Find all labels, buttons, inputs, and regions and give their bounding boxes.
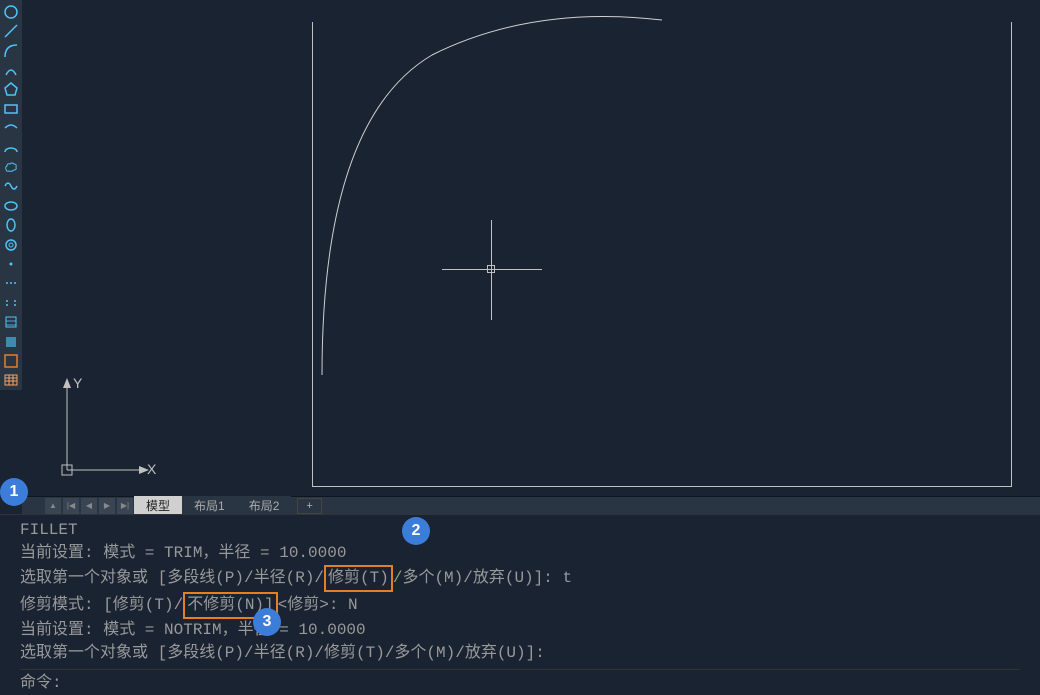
ucs-indicator: Y X [47, 370, 157, 480]
tab-layout2[interactable]: 布局2 [237, 496, 292, 515]
table-tool[interactable] [2, 372, 20, 389]
rectangle-tool[interactable] [2, 100, 20, 117]
command-line: 修剪模式: [修剪(T)/不修剪(N)]<修剪>: N [20, 592, 1020, 619]
tab-layout1[interactable]: 布局1 [182, 496, 237, 515]
spline-tool[interactable] [2, 178, 20, 195]
gradient-tool[interactable] [2, 333, 20, 350]
tab-lock-icon[interactable]: ▲ [45, 498, 61, 514]
line-tool[interactable] [2, 22, 20, 39]
polygon-tool[interactable] [2, 81, 20, 98]
arc2-tool[interactable] [2, 61, 20, 78]
drawn-arc [312, 0, 682, 380]
measure-tool[interactable] [2, 294, 20, 311]
cursor-crosshair [442, 220, 542, 320]
command-line: 选取第一个对象或 [多段线(P)/半径(R)/修剪(T)/多个(M)/放弃(U)… [20, 565, 1020, 592]
command-line: 选取第一个对象或 [多段线(P)/半径(R)/修剪(T)/多个(M)/放弃(U)… [20, 642, 1020, 665]
tab-prev-button[interactable]: ◀ [81, 498, 97, 514]
tab-next-button[interactable]: ▶ [99, 498, 115, 514]
tab-first-button[interactable]: |◀ [63, 498, 79, 514]
ucs-x-label: X [147, 461, 157, 477]
drawing-canvas[interactable]: Y X [22, 0, 1040, 496]
ucs-y-label: Y [73, 375, 83, 391]
command-name: FILLET [20, 519, 1020, 542]
circle-tool[interactable] [2, 3, 20, 20]
hatch-tool[interactable] [2, 314, 20, 331]
command-prompt[interactable]: 命令: [20, 669, 1020, 695]
tab-model[interactable]: 模型 [134, 496, 182, 515]
command-line: 当前设置: 模式 = TRIM，半径 = 10.0000 [20, 542, 1020, 565]
ellipse-tool[interactable] [2, 197, 20, 214]
point-tool[interactable] [2, 255, 20, 272]
command-history: FILLET 当前设置: 模式 = TRIM，半径 = 10.0000 选取第一… [0, 514, 1040, 691]
option-trim-highlight: 修剪(T) [324, 565, 393, 592]
arc-tool[interactable] [2, 42, 20, 59]
layout-tabs-bar: ▲ |◀ ◀ ▶ ▶| 模型 布局1 布局2 + [22, 496, 1040, 514]
tab-last-button[interactable]: ▶| [117, 498, 133, 514]
ellipse-arc-tool[interactable] [2, 139, 20, 156]
tab-add-button[interactable]: + [297, 498, 321, 514]
command-line: 当前设置: 模式 = NOTRIM，半径 = 10.0000 [20, 619, 1020, 642]
divide-tool[interactable] [2, 275, 20, 292]
donut-tool[interactable] [2, 236, 20, 253]
callout-3: 3 [253, 608, 281, 636]
region-tool[interactable] [2, 352, 20, 369]
callout-1: 1 [0, 478, 28, 506]
draw-toolbar [0, 0, 22, 390]
revcloud-tool[interactable] [2, 158, 20, 175]
arc3-tool[interactable] [2, 119, 20, 136]
ellipse2-tool[interactable] [2, 216, 20, 233]
callout-2: 2 [402, 517, 430, 545]
